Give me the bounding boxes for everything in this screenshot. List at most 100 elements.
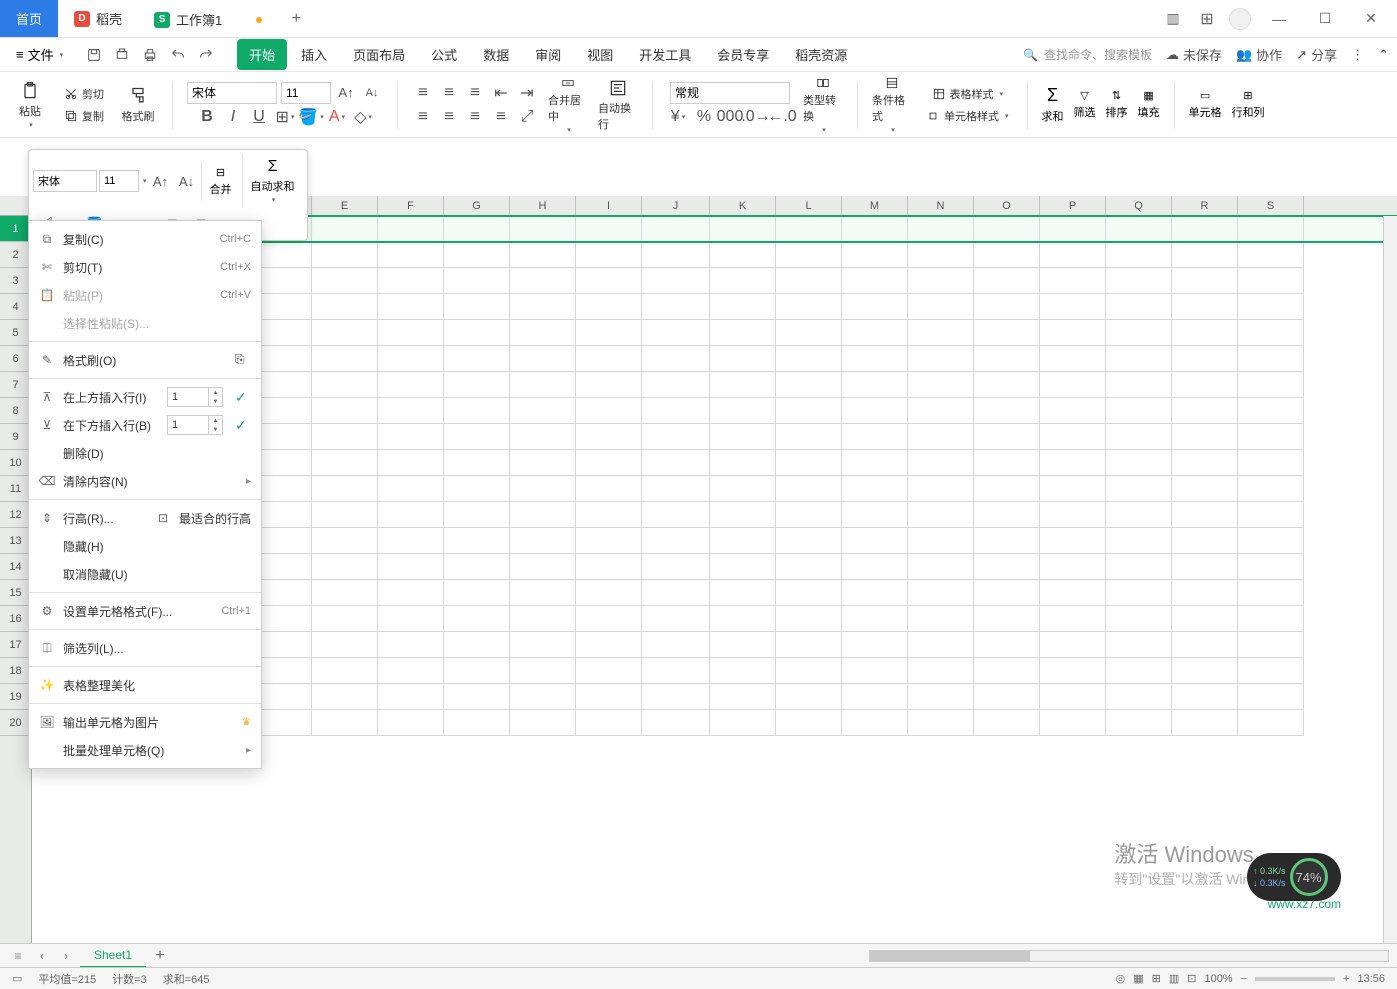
cell-O9[interactable] [974, 424, 1040, 450]
cell-O20[interactable] [974, 710, 1040, 736]
cell-E1[interactable] [312, 216, 378, 242]
cell-F11[interactable] [378, 476, 444, 502]
cell-K20[interactable] [710, 710, 776, 736]
cell-O7[interactable] [974, 372, 1040, 398]
cell-Q4[interactable] [1106, 294, 1172, 320]
indent-inc[interactable]: ⇥ [516, 82, 538, 104]
cell-J10[interactable] [642, 450, 710, 476]
cell-S9[interactable] [1238, 424, 1304, 450]
cell-G8[interactable] [444, 398, 510, 424]
menu-tab-member[interactable]: 会员专享 [705, 39, 781, 70]
cell-I3[interactable] [576, 268, 642, 294]
cell-S13[interactable] [1238, 528, 1304, 554]
cell-L10[interactable] [776, 450, 842, 476]
cell-L16[interactable] [776, 606, 842, 632]
cell-J12[interactable] [642, 502, 710, 528]
ctx-cell-format[interactable]: ⚙ 设置单元格格式(F)... Ctrl+1 [29, 597, 261, 625]
cell-S3[interactable] [1238, 268, 1304, 294]
cell-L1[interactable] [776, 216, 842, 242]
cell-G17[interactable] [444, 632, 510, 658]
ctx-unhide[interactable]: 取消隐藏(U) [29, 560, 261, 588]
cell-S8[interactable] [1238, 398, 1304, 424]
cell-I20[interactable] [576, 710, 642, 736]
cell-O19[interactable] [974, 684, 1040, 710]
cell-K11[interactable] [710, 476, 776, 502]
view-icon-2[interactable]: ▦ [1133, 972, 1143, 985]
horizontal-scrollbar[interactable] [869, 950, 1389, 962]
cell-O14[interactable] [974, 554, 1040, 580]
ctx-clear[interactable]: ⌫ 清除内容(N) ▸ [29, 467, 261, 495]
cell-Q5[interactable] [1106, 320, 1172, 346]
cell-G16[interactable] [444, 606, 510, 632]
cell-P11[interactable] [1040, 476, 1106, 502]
cell-G2[interactable] [444, 242, 510, 268]
cell-M11[interactable] [842, 476, 908, 502]
cell-P8[interactable] [1040, 398, 1106, 424]
cell-M6[interactable] [842, 346, 908, 372]
cell-H14[interactable] [510, 554, 576, 580]
view-icon-1[interactable]: ◎ [1116, 972, 1126, 985]
cell-K4[interactable] [710, 294, 776, 320]
cell-O10[interactable] [974, 450, 1040, 476]
ctx-export-img[interactable]: 🖼 输出单元格为图片 ♛ [29, 708, 261, 736]
cell-E13[interactable] [312, 528, 378, 554]
more-menu[interactable]: ⋮ [1351, 47, 1364, 63]
cell-K19[interactable] [710, 684, 776, 710]
cell-P20[interactable] [1040, 710, 1106, 736]
rowcol-button[interactable]: ⊞行和列 [1232, 89, 1265, 120]
cell-K18[interactable] [710, 658, 776, 684]
cell-F8[interactable] [378, 398, 444, 424]
cell-I2[interactable] [576, 242, 642, 268]
cell-R19[interactable] [1172, 684, 1238, 710]
menu-tab-dev[interactable]: 开发工具 [627, 39, 703, 70]
cell-J17[interactable] [642, 632, 710, 658]
cell-N8[interactable] [908, 398, 974, 424]
sheet-nav-prev[interactable]: ‹ [32, 946, 52, 966]
cell-M15[interactable] [842, 580, 908, 606]
row-header-7[interactable]: 7 [0, 372, 31, 398]
cell-P9[interactable] [1040, 424, 1106, 450]
cell-I14[interactable] [576, 554, 642, 580]
cell-H6[interactable] [510, 346, 576, 372]
cell-I16[interactable] [576, 606, 642, 632]
menu-tab-review[interactable]: 审阅 [523, 39, 573, 70]
cell-M2[interactable] [842, 242, 908, 268]
wrap-button[interactable]: 自动换行 [598, 76, 638, 134]
cell-M16[interactable] [842, 606, 908, 632]
cell-P5[interactable] [1040, 320, 1106, 346]
menu-tab-pagelayout[interactable]: 页面布局 [341, 39, 417, 70]
cell-P18[interactable] [1040, 658, 1106, 684]
cell-Q20[interactable] [1106, 710, 1172, 736]
cell-J8[interactable] [642, 398, 710, 424]
cell-F12[interactable] [378, 502, 444, 528]
cell-I13[interactable] [576, 528, 642, 554]
cell-R14[interactable] [1172, 554, 1238, 580]
cell-F17[interactable] [378, 632, 444, 658]
cell-N11[interactable] [908, 476, 974, 502]
cell-Q11[interactable] [1106, 476, 1172, 502]
search-box[interactable]: 🔍 查找命令、搜索模板 [1023, 46, 1152, 63]
cell-O1[interactable] [974, 216, 1040, 242]
cell-J6[interactable] [642, 346, 710, 372]
cell-M9[interactable] [842, 424, 908, 450]
cell-M3[interactable] [842, 268, 908, 294]
cell-O6[interactable] [974, 346, 1040, 372]
col-header-N[interactable]: N [908, 196, 974, 215]
view-normal[interactable]: ⊞ [1152, 972, 1161, 985]
cell-S19[interactable] [1238, 684, 1304, 710]
cell-H17[interactable] [510, 632, 576, 658]
sum-button[interactable]: Σ求和 [1042, 85, 1064, 124]
collab-button[interactable]: 👥协作 [1236, 45, 1282, 64]
cell-O2[interactable] [974, 242, 1040, 268]
row-header-4[interactable]: 4 [0, 294, 31, 320]
cell-O3[interactable] [974, 268, 1040, 294]
cell-I4[interactable] [576, 294, 642, 320]
cell-N19[interactable] [908, 684, 974, 710]
cell-J2[interactable] [642, 242, 710, 268]
cell-E3[interactable] [312, 268, 378, 294]
cell-L7[interactable] [776, 372, 842, 398]
cell-H12[interactable] [510, 502, 576, 528]
cell-K15[interactable] [710, 580, 776, 606]
type-convert-button[interactable]: 类型转换▾ [803, 76, 843, 134]
qat-redo[interactable] [193, 42, 219, 68]
